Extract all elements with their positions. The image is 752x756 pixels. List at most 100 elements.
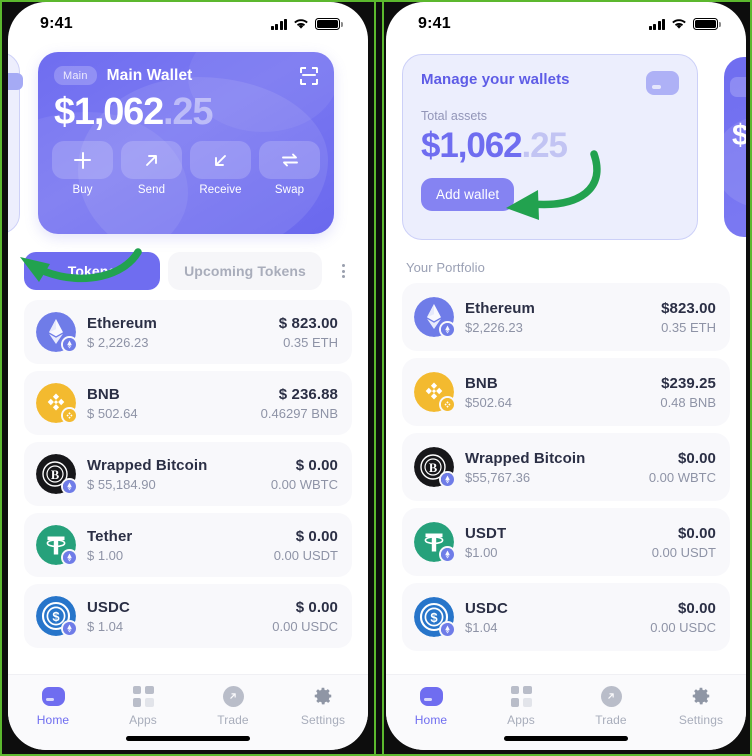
token-value: $0.00: [677, 599, 716, 617]
manage-card-title: Manage your wallets: [421, 71, 570, 88]
token-price: $ 502.64: [87, 405, 138, 421]
apps-grid-icon: [510, 685, 532, 707]
nav-label: Apps: [129, 713, 157, 727]
token-amount: 0.46297 BNB: [260, 405, 338, 421]
token-values: $823.00 0.35 ETH: [661, 300, 716, 335]
right-phone-panel: 9:41 Manage your wallets Total assets $1…: [376, 0, 752, 756]
wallet-balance-cents: .25: [163, 91, 213, 133]
nav-item-apps[interactable]: Apps: [98, 684, 188, 727]
frame-divider-left: [374, 0, 376, 756]
tab-tokens[interactable]: Tokens: [24, 252, 160, 290]
token-price: $1.04: [465, 619, 498, 635]
token-amount: 0.00 WBTC: [648, 469, 716, 485]
home-indicator-right: [504, 736, 628, 741]
token-values: $0.00 0.00 WBTC: [649, 450, 716, 485]
token-amount: 0.00 USDC: [272, 618, 338, 634]
action-receive-label: Receive: [199, 184, 242, 196]
manage-wallets-carousel: Manage your wallets Total assets $1,062.…: [386, 54, 746, 246]
plus-icon: [74, 151, 91, 169]
coin-icon-bnb: [414, 372, 456, 413]
coin-icon-eth: [36, 312, 78, 353]
token-name: BNB: [465, 374, 498, 392]
trade-icon: [222, 685, 244, 707]
token-row[interactable]: BNB $502.64 $239.25 0.48 BNB: [402, 358, 730, 426]
token-row[interactable]: Tether $ 1.00 $ 0.00 0.00 USDT: [24, 513, 352, 577]
coin-icon-usdc: $: [36, 596, 78, 637]
coin-icon-usdc: $: [414, 597, 456, 638]
token-name: Ethereum: [465, 299, 535, 317]
token-row[interactable]: $ USDC $ 1.04 $ 0.00 0.00 USDC: [24, 584, 352, 648]
manage-wallets-card[interactable]: Manage your wallets Total assets $1,062.…: [402, 54, 698, 240]
nav-item-home[interactable]: Home: [386, 684, 476, 727]
token-amount: 0.00 WBTC: [270, 476, 338, 492]
token-info: BNB $ 502.64: [87, 386, 138, 421]
token-value: $ 236.88: [278, 385, 338, 403]
token-row[interactable]: Ethereum $2,226.23 $823.00 0.35 ETH: [402, 283, 730, 351]
action-receive[interactable]: Receive: [190, 141, 251, 196]
action-buy-label: Buy: [72, 184, 93, 196]
portfolio-label: Your Portfolio: [406, 260, 485, 275]
token-value: $ 0.00: [295, 456, 338, 474]
token-values: $ 236.88 0.46297 BNB: [261, 386, 338, 421]
total-assets-value: $1,062.25: [421, 124, 679, 168]
nav-item-home[interactable]: Home: [8, 684, 98, 727]
scan-qr-icon[interactable]: [300, 66, 318, 85]
wallet-card-peek-next[interactable]: $: [724, 57, 746, 237]
chain-badge-icon: [439, 321, 456, 338]
frame-edge-far-left: [0, 0, 2, 756]
nav-item-trade[interactable]: Trade: [566, 684, 656, 727]
chain-badge-icon: [61, 620, 78, 637]
token-price: $55,767.36: [465, 469, 531, 485]
gear-icon: [314, 687, 332, 705]
token-name: Wrapped Bitcoin: [87, 456, 208, 474]
wifi-icon: [293, 18, 309, 30]
main-wallet-card[interactable]: Main Main Wallet $1,062.25 Buy Send Rece…: [38, 52, 334, 234]
frame-edge-top: [0, 0, 752, 2]
total-assets-main: $1,062: [421, 126, 523, 165]
token-row[interactable]: $ USDC $1.04 $0.00 0.00 USDC: [402, 583, 730, 651]
token-value: $ 0.00: [295, 598, 338, 616]
chain-badge-icon: [439, 621, 456, 638]
nav-label: Settings: [300, 713, 346, 727]
action-swap[interactable]: Swap: [259, 141, 320, 196]
coin-icon-bnb: [36, 383, 78, 424]
token-row[interactable]: BNB $ 502.64 $ 236.88 0.46297 BNB: [24, 371, 352, 435]
frame-divider-right: [382, 0, 384, 756]
token-amount: 0.00 USDT: [651, 544, 716, 560]
wallet-card-peek-previous[interactable]: [8, 52, 23, 234]
add-wallet-button[interactable]: Add wallet: [421, 178, 515, 211]
token-name: USDT: [465, 524, 507, 542]
status-bar-left: 9:41: [8, 2, 368, 46]
nav-item-settings[interactable]: Settings: [278, 684, 368, 727]
left-phone-panel: 9:41 Main Main Wallet $1,062.25 Buy Send…: [0, 0, 376, 756]
tab-upcoming-tokens[interactable]: Upcoming Tokens: [168, 252, 322, 290]
coin-icon-eth: [414, 297, 456, 338]
nav-label: Settings: [678, 713, 724, 727]
kebab-menu-icon[interactable]: [330, 263, 352, 279]
action-buy[interactable]: Buy: [52, 141, 113, 196]
token-row[interactable]: USDT $1.00 $0.00 0.00 USDT: [402, 508, 730, 576]
phone-right: 9:41 Manage your wallets Total assets $1…: [386, 2, 746, 750]
token-name: Ethereum: [87, 314, 157, 332]
action-send[interactable]: Send: [121, 141, 182, 196]
token-value: $239.25: [661, 374, 716, 392]
token-row[interactable]: B Wrapped Bitcoin $55,767.36 $0.00 0.00 …: [402, 433, 730, 501]
nav-item-settings[interactable]: Settings: [656, 684, 746, 727]
token-info: USDC $ 1.04: [87, 599, 130, 634]
coin-icon-usdt: [414, 522, 456, 563]
token-amount: 0.00 USDT: [273, 547, 338, 563]
nav-item-trade[interactable]: Trade: [188, 684, 278, 727]
token-row[interactable]: Ethereum $ 2,226.23 $ 823.00 0.35 ETH: [24, 300, 352, 364]
total-assets-cents: .25: [521, 126, 567, 165]
token-value: $823.00: [661, 299, 716, 317]
token-price: $ 2,226.23: [87, 334, 149, 350]
nav-item-apps[interactable]: Apps: [476, 684, 566, 727]
apps-grid-icon: [132, 685, 154, 707]
token-price: $ 1.04: [87, 618, 124, 634]
token-row[interactable]: B Wrapped Bitcoin $ 55,184.90 $ 0.00 0.0…: [24, 442, 352, 506]
wallet-carousel[interactable]: Main Main Wallet $1,062.25 Buy Send Rece…: [8, 52, 368, 240]
token-tabs: Tokens Upcoming Tokens: [8, 240, 368, 290]
token-price: $502.64: [465, 394, 512, 410]
arrow-down-left-icon: [215, 154, 226, 166]
token-values: $ 0.00 0.00 WBTC: [271, 457, 338, 492]
